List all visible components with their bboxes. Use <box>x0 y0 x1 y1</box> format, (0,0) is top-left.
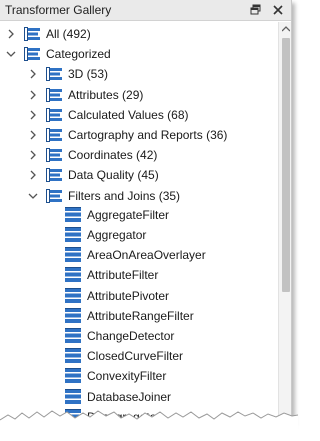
chevron-right-icon[interactable] <box>28 130 38 140</box>
close-icon[interactable] <box>270 2 286 18</box>
tree-item-label: AttributePivoter <box>87 288 170 303</box>
transformer-gallery-panel: Transformer Gallery All (492) Categorized… <box>0 0 292 424</box>
tree-item-label: Aggregator <box>87 228 147 242</box>
transformer-item[interactable]: ClosedCurveFilter <box>64 346 183 366</box>
transformer-item[interactable]: AggregateFilter <box>64 205 169 225</box>
chevron-right-icon[interactable] <box>28 170 38 180</box>
tree-item-label: Data Quality (45) <box>68 168 159 183</box>
transformer-category-icon <box>46 128 64 142</box>
transformer-category-icon <box>46 168 64 183</box>
panel-title: Transformer Gallery <box>5 3 112 17</box>
transformer-tree: All (492) Categorized 3D (53) Attributes (2… <box>0 22 278 424</box>
chevron-down-icon[interactable] <box>6 49 16 59</box>
tree-item-label: 3D (53) <box>68 67 109 82</box>
tree-item-label: Categorized <box>46 47 111 62</box>
transformer-category-icon <box>46 107 64 122</box>
transformer-item[interactable]: AttributePivoter <box>64 286 169 306</box>
tree-item-label: Calculated Values (68) <box>68 107 189 122</box>
tree-item-label: Coordinates (42) <box>68 148 158 163</box>
transformer-category-icon <box>46 87 64 102</box>
scroll-up-arrow-icon[interactable] <box>279 22 291 36</box>
transformer-icon <box>64 206 82 224</box>
tree-item-all[interactable]: All (492) <box>6 24 91 44</box>
tree-item-categorized[interactable]: Categorized <box>6 44 111 64</box>
scrollbar-thumb[interactable] <box>282 38 290 292</box>
tree-item-label: ClosedCurveFilter <box>87 349 184 364</box>
transformer-item[interactable]: ConvexityFilter <box>64 366 166 386</box>
transformer-icon <box>64 367 82 385</box>
transformer-category-icon <box>24 27 42 41</box>
tree-item-3d[interactable]: 3D (53) <box>28 64 108 84</box>
transformer-category-icon <box>46 148 64 163</box>
transformer-icon <box>64 347 82 365</box>
tree-item-attributes[interactable]: Attributes (29) <box>28 85 143 105</box>
tree-item-cartography-and-reports[interactable]: Cartography and Reports (36) <box>28 125 227 145</box>
transformer-category-icon <box>46 67 64 82</box>
transformer-icon <box>64 246 82 264</box>
chevron-down-icon[interactable] <box>28 191 38 201</box>
transformer-icon <box>64 287 82 305</box>
transformer-icon <box>64 327 82 345</box>
torn-edge-decoration <box>0 410 298 441</box>
tree-item-label: Filters and Joins (35) <box>68 188 181 203</box>
tree-item-calculated-values[interactable]: Calculated Values (68) <box>28 105 189 125</box>
tree-item-label: AttributeRangeFilter <box>87 308 194 323</box>
tree-item-label: ChangeDetector <box>87 329 175 343</box>
tree-item-coordinates[interactable]: Coordinates (42) <box>28 145 157 165</box>
transformer-item[interactable]: Aggregator <box>64 225 146 245</box>
tree-item-label: AttributeFilter <box>87 268 159 283</box>
transformer-item[interactable]: AttributeRangeFilter <box>64 306 194 326</box>
chevron-right-icon[interactable] <box>28 110 38 120</box>
tree-item-label: ConvexityFilter <box>87 369 167 384</box>
transformer-icon <box>64 266 82 284</box>
chevron-right-icon[interactable] <box>6 29 16 39</box>
transformer-icon <box>64 226 82 244</box>
tree-item-label: Attributes (29) <box>68 87 144 102</box>
tree-item-data-quality[interactable]: Data Quality (45) <box>28 165 159 185</box>
transformer-item[interactable]: ChangeDetector <box>64 326 174 346</box>
vertical-scrollbar[interactable] <box>278 22 291 424</box>
tree-item-filters-and-joins[interactable]: Filters and Joins (35) <box>28 186 180 206</box>
tree-item-label: Cartography and Reports (36) <box>68 128 228 142</box>
tree-item-label: AggregateFilter <box>87 207 170 222</box>
transformer-category-icon <box>24 47 42 62</box>
title-bar: Transformer Gallery <box>0 0 291 21</box>
pin-icon[interactable] <box>248 2 264 18</box>
transformer-category-icon <box>46 188 64 203</box>
transformer-icon <box>64 307 82 325</box>
chevron-right-icon[interactable] <box>28 90 38 100</box>
transformer-item[interactable]: AreaOnAreaOverlayer <box>64 245 206 265</box>
tree-item-label: All (492) <box>46 27 91 41</box>
chevron-right-icon[interactable] <box>28 150 38 160</box>
tree-item-label: AreaOnAreaOverlayer <box>87 248 206 263</box>
chevron-right-icon[interactable] <box>28 69 38 79</box>
transformer-item[interactable]: AttributeFilter <box>64 265 158 285</box>
